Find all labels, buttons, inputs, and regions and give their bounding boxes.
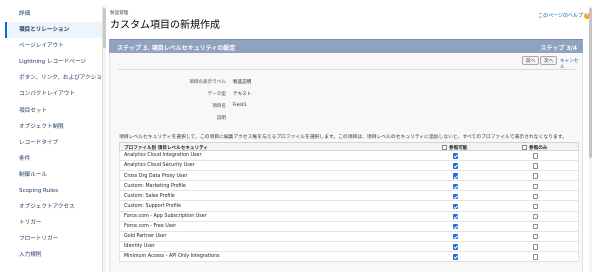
info-row-description: 説明 [110, 115, 410, 123]
divider [118, 69, 576, 70]
table-row: Cross Org Data Proxy User [119, 171, 579, 182]
table-row: Gold Partner User [119, 231, 579, 242]
data-type-value: テキスト [233, 92, 252, 97]
visible-checkbox[interactable] [453, 183, 459, 189]
info-row-display-label: 項目の表示ラベル 製品説明 [110, 79, 410, 87]
step-header: ステップ 3. 項目レベルセキュリティの設定 ステップ 3/4 [109, 39, 583, 53]
visible-checkbox[interactable] [453, 234, 459, 240]
step-panel: 前へ 次へ キャンセル 項目の表示ラベル 製品説明 データ型 テキスト 項目名 … [109, 53, 583, 272]
table-row: Custom: Sales Profile [119, 191, 579, 202]
previous-button[interactable]: 前へ [522, 56, 540, 65]
sidebar-item-conditions[interactable]: 条件 [5, 151, 102, 167]
profile-name: Analytics Cloud Security User [124, 163, 195, 169]
readonly-checkbox[interactable] [533, 183, 539, 189]
profile-name: Cross Org Data Proxy User [124, 173, 188, 179]
readonly-checkbox[interactable] [533, 234, 539, 240]
visible-checkbox[interactable] [453, 223, 459, 230]
readonly-checkbox[interactable] [533, 223, 539, 230]
visible-checkbox[interactable] [453, 163, 459, 169]
sidebar-item-details[interactable]: 詳細 [5, 6, 102, 22]
profile-name: Force.com - App Subscription User [124, 213, 207, 219]
profile-name: Force.com - Free User [124, 224, 177, 230]
sidebar-item-object-access[interactable]: オブジェクトアクセス [5, 199, 102, 215]
step-number: ステップ 3/4 [540, 45, 577, 52]
display-label-value: 製品説明 [233, 80, 252, 85]
table-row: Minimum Access - API Only Integrations [119, 251, 579, 263]
visible-checkbox[interactable] [453, 254, 459, 260]
readonly-checkbox[interactable] [533, 173, 539, 179]
sidebar-item-restriction-rules[interactable]: 制御ルール [5, 167, 102, 183]
sidebar-item-compact-layouts[interactable]: コンパクトレイアウト [5, 86, 102, 102]
profile-name: Minimum Access - API Only Integrations [124, 254, 220, 260]
profile-name: Gold Partner User [124, 234, 167, 240]
next-button[interactable]: 次へ [540, 56, 558, 65]
visible-checkbox[interactable] [453, 193, 459, 200]
readonly-checkbox[interactable] [533, 203, 539, 210]
sidebar-item-lightning-record-pages[interactable]: Lightning レコードページ [5, 54, 102, 70]
description-label: 説明 [216, 116, 226, 121]
profile-name: Custom: Marketing Profile [124, 183, 186, 189]
page-title: カスタム項目の新規作成 [110, 20, 220, 31]
readonly-checkbox[interactable] [533, 163, 539, 169]
sidebar-item-field-sets[interactable]: 項目セット [5, 103, 102, 119]
sidebar-item-validation-rules[interactable]: 入力規則 [5, 247, 102, 263]
profile-name: Identity User [124, 244, 155, 250]
main-content: 製品管理 カスタム項目の新規作成 このページのヘルプ? ステップ 3. 項目レベ… [108, 6, 592, 272]
step-title: ステップ 3. 項目レベルセキュリティの設定 [117, 45, 236, 52]
help-link[interactable]: このページのヘルプ? [538, 12, 590, 19]
fls-instructions: 項目レベルセキュリティを選択して、この項目に編集アクセス権を与えるプロファイルを… [119, 135, 567, 140]
profile-name: Custom: Support Profile [124, 203, 181, 209]
table-header: プロファイル別 項目レベルセキュリティ 参照可能 参照のみ [119, 142, 579, 151]
readonly-checkbox[interactable] [533, 153, 539, 159]
readonly-checkbox[interactable] [533, 213, 539, 220]
setup-sidebar: 詳細 項目とリレーション ページレイアウト Lightning レコードページ … [5, 6, 103, 272]
sidebar-item-fields-relationships[interactable]: 項目とリレーション [5, 22, 102, 39]
select-all-readonly-checkbox[interactable] [522, 145, 527, 150]
select-all-visible-checkbox[interactable] [442, 145, 447, 150]
sidebar-scrollbar-thumb[interactable] [103, 8, 106, 48]
display-label-label: 項目の表示ラベル [189, 80, 226, 85]
main-scrollbar-thumb[interactable] [589, 8, 592, 158]
field-name-label: 項目名 [212, 104, 226, 109]
sidebar-item-scoping-rules[interactable]: Scoping Rules [5, 183, 102, 199]
sidebar-item-flow-triggers[interactable]: フロートリガー [5, 231, 102, 247]
table-row: Identity User [119, 241, 579, 252]
visible-checkbox[interactable] [453, 153, 459, 159]
visible-checkbox[interactable] [453, 244, 459, 250]
table-row: Force.com - Free User [119, 221, 579, 232]
table-row: Analytics Cloud Integration User [119, 151, 579, 162]
table-row: Custom: Marketing Profile [119, 181, 579, 192]
profile-name: Custom: Sales Profile [124, 193, 175, 199]
info-row-field-name: 項目名 Field1 [110, 103, 410, 111]
info-row-data-type: データ型 テキスト [110, 91, 410, 99]
visible-checkbox[interactable] [453, 213, 459, 220]
visible-checkbox[interactable] [453, 173, 459, 179]
sidebar-item-triggers[interactable]: トリガー [5, 215, 102, 231]
page-frame: 詳細 項目とリレーション ページレイアウト Lightning レコードページ … [0, 0, 602, 279]
sidebar-item-buttons-links-actions[interactable]: ボタン、リンク、およびアクション [5, 70, 102, 86]
readonly-checkbox[interactable] [533, 254, 539, 260]
field-name-value: Field1 [233, 103, 247, 108]
sidebar-item-page-layouts[interactable]: ページレイアウト [5, 38, 102, 54]
readonly-checkbox[interactable] [533, 244, 539, 250]
field-level-security-table: プロファイル別 項目レベルセキュリティ 参照可能 参照のみ Analytics … [119, 142, 579, 263]
data-type-label: データ型 [207, 92, 226, 97]
readonly-checkbox[interactable] [533, 193, 539, 200]
sidebar-item-object-limits[interactable]: オブジェクト制限 [5, 119, 102, 135]
table-row: Custom: Support Profile [119, 201, 579, 212]
help-link-label[interactable]: このページのヘルプ [538, 13, 583, 19]
sidebar-item-record-types[interactable]: レコードタイプ [5, 135, 102, 151]
profile-name: Analytics Cloud Integration User [124, 153, 202, 159]
table-row: Force.com - App Subscription User [119, 211, 579, 222]
visible-checkbox[interactable] [453, 203, 459, 210]
table-row: Analytics Cloud Security User [119, 161, 579, 172]
